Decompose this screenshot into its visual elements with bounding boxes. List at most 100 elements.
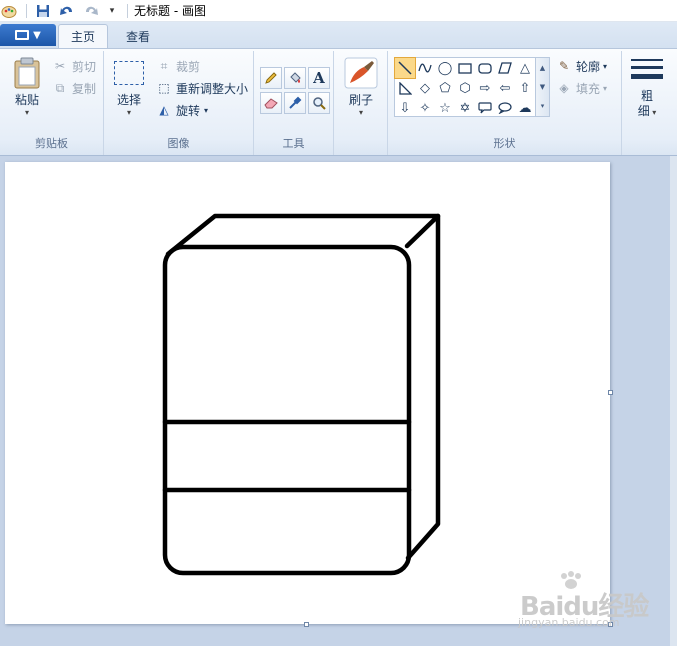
size-label-bottom: 细 — [637, 104, 650, 118]
paste-button[interactable]: 粘贴 ▾ — [10, 57, 44, 117]
crop-label: 裁剪 — [176, 59, 201, 74]
clipboard-icon — [14, 57, 40, 89]
tab-view[interactable]: 查看 — [114, 24, 162, 48]
copy-icon: ⧉ — [55, 80, 65, 95]
ribbon-tab-bar: ▼ 主页 查看 — [0, 22, 677, 48]
brushes-label: 刷子 — [348, 93, 373, 107]
menu-icon — [15, 30, 30, 40]
right-arrow-shape-icon[interactable]: ⇨ — [475, 78, 495, 98]
crop-button[interactable]: ⌗ 裁剪 — [156, 57, 200, 75]
shapes-gallery: ◯ △ ◇ ⬠ ⬡ ⇨ ⇦ ⇧ ⇩ ✧ ☆ ✡ ☁ — [394, 57, 536, 117]
pencil-icon[interactable] — [260, 67, 282, 89]
pentagon-shape-icon[interactable]: ⬠ — [435, 78, 455, 98]
crop-icon: ⌗ — [160, 58, 168, 73]
separator — [127, 3, 128, 18]
size-label-top: 粗 — [640, 89, 653, 103]
fill-label: 填充 — [576, 81, 601, 96]
tools-grid: A — [260, 67, 330, 114]
magnifier-icon[interactable] — [308, 92, 330, 114]
image-group-label: 图像 — [167, 137, 190, 150]
rotate-label: 旋转 — [176, 103, 201, 118]
undo-icon[interactable] — [57, 2, 77, 20]
brush-icon — [344, 57, 378, 89]
up-arrow-shape-icon[interactable]: ⇧ — [515, 78, 535, 98]
right-triangle-shape-icon[interactable] — [395, 78, 415, 98]
select-label: 选择 — [116, 93, 141, 107]
polygon-shape-icon[interactable] — [495, 58, 515, 78]
copy-label: 复制 — [72, 81, 97, 96]
color-picker-icon[interactable] — [284, 92, 306, 114]
rotate-icon: ◭ — [159, 103, 169, 117]
chevron-down-icon: ▾ — [204, 105, 209, 115]
paint-app-icon[interactable] — [0, 2, 18, 20]
select-button[interactable]: 选择 ▾ — [112, 61, 146, 117]
shapes-group-label: 形状 — [493, 137, 516, 150]
fill-bucket-icon[interactable] — [284, 67, 306, 89]
scroll-up-icon[interactable]: ▲ — [540, 64, 545, 72]
customize-quick-access-icon[interactable]: ▾ — [105, 2, 119, 20]
tab-home[interactable]: 主页 — [58, 24, 109, 48]
copy-button[interactable]: ⧉ 复制 — [52, 79, 96, 97]
rotate-button[interactable]: ◭ 旋转 ▾ — [156, 101, 208, 119]
size-button[interactable]: 粗 细 ▾ — [626, 57, 668, 120]
paint-menu-button[interactable]: ▼ — [0, 24, 56, 46]
resize-handle-bottom[interactable] — [304, 622, 309, 627]
window-title: 无标题 - 画图 — [134, 4, 206, 18]
gallery-expand-icon[interactable]: ▾ — [541, 102, 545, 110]
ribbon: 粘贴 ▾ ✂ 剪切 ⧉ 复制 剪贴板 选择 ▾ ⌗ 裁剪 ⬚ 重新调整大小 ◭ … — [0, 48, 677, 156]
chevron-down-icon: ▼ — [33, 29, 41, 41]
shapes-scroll[interactable]: ▲ ▼ ▾ — [536, 57, 550, 117]
chevron-down-icon: ▾ — [358, 108, 363, 117]
five-point-star-shape-icon[interactable]: ☆ — [435, 98, 455, 118]
cut-button[interactable]: ✂ 剪切 — [52, 57, 96, 75]
image-group: 选择 ▾ ⌗ 裁剪 ⬚ 重新调整大小 ◭ 旋转 ▾ 图像 — [104, 51, 254, 155]
cabinet-drawing — [162, 213, 441, 576]
watermark-url: jingyan.baidu.com — [518, 616, 620, 629]
scroll-down-icon[interactable]: ▼ — [540, 83, 545, 91]
triangle-shape-icon[interactable]: △ — [515, 58, 535, 78]
paste-label: 粘贴 — [14, 93, 39, 107]
six-point-star-shape-icon[interactable]: ✡ — [455, 98, 475, 118]
redo-icon[interactable] — [81, 2, 101, 20]
clipboard-group: 粘贴 ▾ ✂ 剪切 ⧉ 复制 剪贴板 — [0, 51, 104, 155]
resize-icon: ⬚ — [158, 81, 170, 95]
scissors-icon: ✂ — [54, 59, 66, 73]
resize-handle-right[interactable] — [608, 390, 613, 395]
save-icon[interactable] — [33, 2, 53, 20]
line-shape-icon[interactable] — [394, 57, 416, 79]
outline-button[interactable]: ✎ 轮廓 ▾ — [556, 57, 607, 75]
size-label: 粗 细 ▾ — [638, 89, 657, 120]
eraser-icon[interactable] — [260, 92, 282, 114]
clipboard-group-label: 剪贴板 — [35, 137, 68, 150]
oval-shape-icon[interactable]: ◯ — [435, 58, 455, 78]
left-arrow-shape-icon[interactable]: ⇦ — [495, 78, 515, 98]
rounded-callout-shape-icon[interactable] — [475, 98, 495, 118]
chevron-down-icon: ▾ — [603, 61, 608, 71]
brushes-button[interactable]: 刷子 ▾ — [342, 57, 380, 117]
cabinet-front-face — [162, 244, 412, 576]
tools-group: A 工具 — [254, 51, 334, 155]
outline-brush-icon: ✎ — [558, 59, 570, 73]
rectangle-shape-icon[interactable] — [455, 58, 475, 78]
curve-shape-icon[interactable] — [415, 58, 435, 78]
cloud-callout-shape-icon[interactable]: ☁ — [515, 98, 535, 118]
baidu-watermark: Baidu经验 jingyan.baidu.com — [512, 570, 672, 636]
hexagon-shape-icon[interactable]: ⬡ — [455, 78, 475, 98]
separator — [26, 3, 27, 18]
rounded-rectangle-shape-icon[interactable] — [475, 58, 495, 78]
fill-button[interactable]: ◈ 填充 ▾ — [556, 79, 607, 97]
down-arrow-shape-icon[interactable]: ⇩ — [395, 98, 415, 118]
cut-label: 剪切 — [72, 59, 97, 74]
resize-button[interactable]: ⬚ 重新调整大小 — [156, 79, 248, 97]
text-icon[interactable]: A — [308, 67, 330, 89]
title-bar: ▾ 无标题 - 画图 — [0, 0, 677, 22]
chevron-down-icon: ▾ — [649, 108, 657, 117]
oval-callout-shape-icon[interactable] — [495, 98, 515, 118]
line-size-icon — [631, 59, 663, 79]
drawing-canvas[interactable] — [5, 162, 610, 624]
selection-rect-icon — [114, 61, 144, 85]
chevron-down-icon: ▾ — [24, 108, 29, 117]
chevron-down-icon: ▾ — [126, 108, 131, 117]
diamond-shape-icon[interactable]: ◇ — [415, 78, 435, 98]
four-point-star-shape-icon[interactable]: ✧ — [415, 98, 435, 118]
